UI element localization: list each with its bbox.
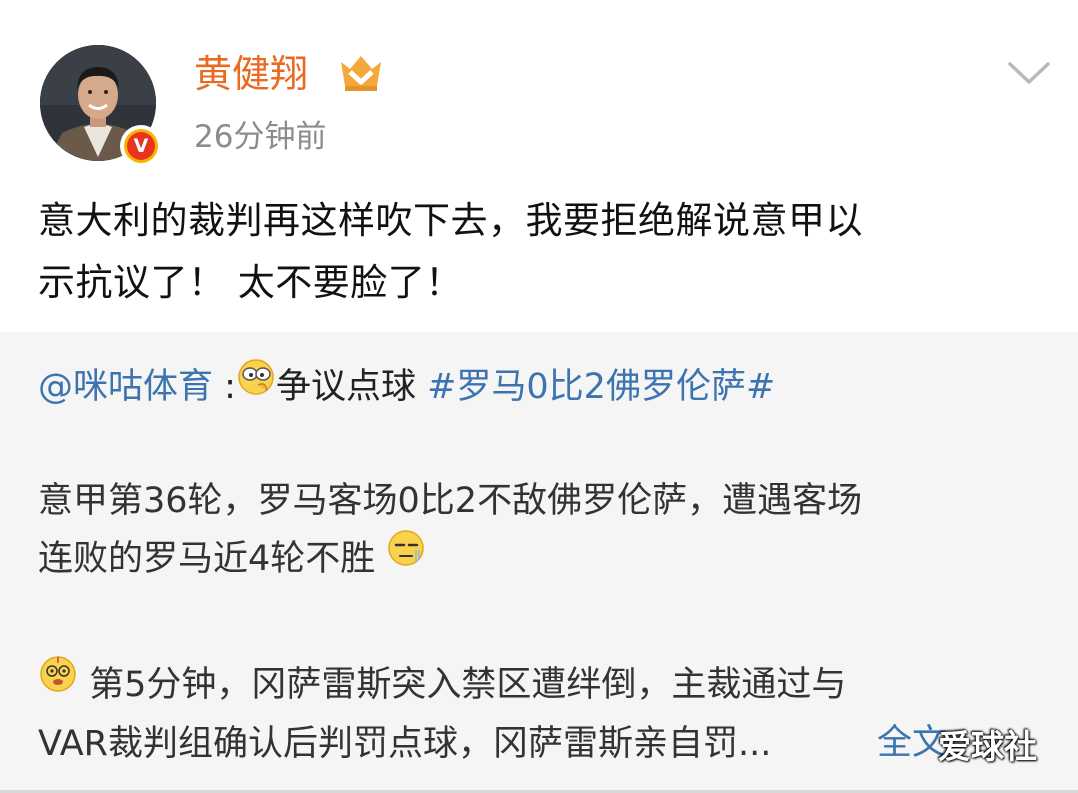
topic-text: 争议点球 <box>275 367 428 407</box>
user-name[interactable]: 黄健翔 <box>194 48 308 100</box>
post-text: 意大利的裁判再这样吹下去，我要拒绝解说意甲以 示抗议了！ 太不要脸了！ <box>38 190 1048 314</box>
vip-crown-icon[interactable] <box>338 52 384 94</box>
verified-badge: V <box>120 125 162 167</box>
weibo-post-page: V 黄健翔 26分钟前 意大利的裁判再这样吹下去，我要拒绝解说意甲以 示抗议了！… <box>0 0 1078 793</box>
hashtag-link[interactable]: #罗马0比2佛罗伦萨# <box>427 367 775 407</box>
mention-link[interactable]: @咪咕体育 <box>38 367 213 407</box>
separator: : <box>213 367 236 407</box>
post-header: V 黄健翔 26分钟前 <box>0 0 1078 180</box>
verified-v-icon: V <box>127 132 155 160</box>
repost-card[interactable]: @咪咕体育 : 争议点球 #罗马0比2佛罗伦萨# 意甲第36轮，罗马客场0比2不… <box>0 332 1078 793</box>
avatar[interactable]: V <box>40 45 162 167</box>
dizzy-face-emoji <box>38 654 78 712</box>
repost-body: 意甲第36轮，罗马客场0比2不敌佛罗伦萨，遭遇客场 连败的罗马近4轮不胜 <box>38 472 1048 589</box>
watermark: 爱球社 <box>938 727 1037 766</box>
sneaky-face-emoji <box>236 357 276 413</box>
chevron-down-icon[interactable] <box>1006 56 1052 90</box>
full-text-link[interactable]: 全文 <box>877 714 947 772</box>
repost-body-line: 意甲第36轮，罗马客场0比2不敌佛罗伦萨，遭遇客场 <box>38 481 863 521</box>
repost-header: @咪咕体育 : 争议点球 #罗马0比2佛罗伦萨# <box>38 357 775 416</box>
speechless-face-emoji <box>386 528 426 586</box>
post-text-line: 意大利的裁判再这样吹下去，我要拒绝解说意甲以 <box>38 199 863 242</box>
repost-body-line: 连败的罗马近4轮不胜 <box>38 530 1048 589</box>
post-time: 26分钟前 <box>194 119 327 155</box>
post-text-line: 示抗议了！ 太不要脸了！ <box>38 261 463 304</box>
repost-body-line: 第5分钟，冈萨雷斯突入禁区遭绊倒，主裁通过与 <box>38 656 1048 715</box>
